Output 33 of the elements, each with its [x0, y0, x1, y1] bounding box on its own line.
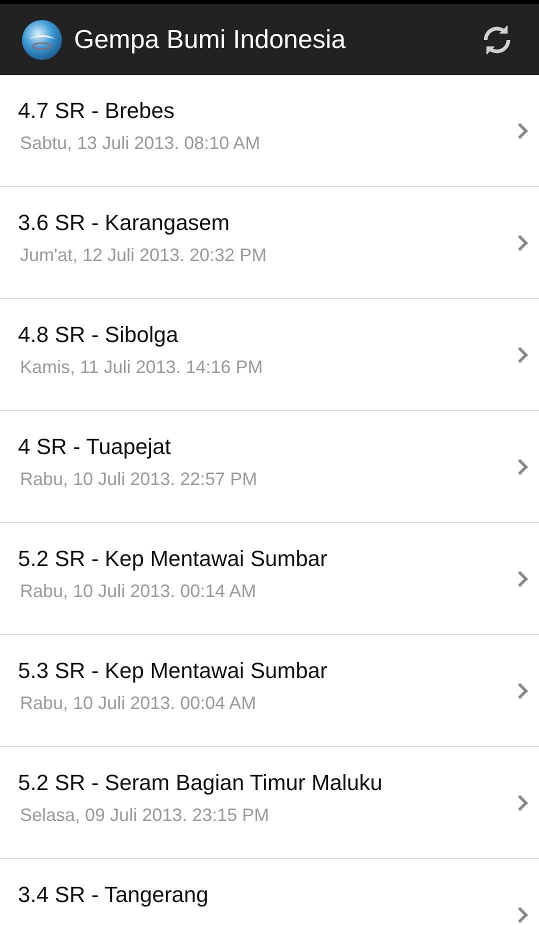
chevron-icon: [517, 682, 529, 700]
quake-date: Rabu, 10 Juli 2013. 00:04 AM: [20, 692, 258, 715]
quake-date: Rabu, 10 Juli 2013. 22:57 PM: [20, 468, 258, 491]
quake-title: 4.8 SR - Sibolga: [18, 321, 180, 349]
chevron-icon: [517, 458, 529, 476]
quake-title: 4 SR - Tuapejat: [18, 433, 172, 461]
quake-row[interactable]: 5.3 SR - Kep Mentawai Sumbar Rabu, 10 Juli 2013. 00:04 AM: [0, 635, 539, 747]
quake-row[interactable]: 4.8 SR - Sibolga Kamis, 11 Juli 2013. 14:16 PM: [0, 299, 539, 411]
quake-title: 5.2 SR - Seram Bagian Timur Maluku: [18, 769, 384, 797]
app-title: Gempa Bumi Indonesia: [74, 23, 346, 56]
quake-row[interactable]: 3.6 SR - Karangasem Jum'at, 12 Juli 2013. 20:32 PM: [0, 187, 539, 299]
quake-row[interactable]: 4 SR - Tuapejat Rabu, 10 Juli 2013. 22:57 PM: [0, 411, 539, 523]
quake-title: 5.3 SR - Kep Mentawai Sumbar: [18, 657, 328, 685]
quake-title: 3.4 SR - Tangerang: [18, 881, 210, 909]
quake-title: 5.2 SR - Kep Mentawai Sumbar: [18, 545, 328, 573]
quake-row[interactable]: 4.7 SR - Brebes Sabtu, 13 Juli 2013. 08:10 AM: [0, 75, 539, 187]
globe-icon: [21, 18, 63, 60]
chevron-icon: [517, 570, 529, 588]
quake-row[interactable]: 3.4 SR - Tangerang: [0, 859, 539, 925]
quake-row[interactable]: 5.2 SR - Kep Mentawai Sumbar Rabu, 10 Juli 2013. 00:14 AM: [0, 523, 539, 635]
quake-date: Rabu, 10 Juli 2013. 00:14 AM: [20, 580, 258, 603]
quake-title: 4.7 SR - Brebes: [18, 97, 176, 125]
chevron-icon: [517, 346, 529, 364]
quake-date: Kamis, 11 Juli 2013. 14:16 PM: [20, 356, 264, 379]
quake-row[interactable]: 5.2 SR - Seram Bagian Timur Maluku Selasa, 09 Juli 2013. 23:15 PM: [0, 747, 539, 859]
chevron-icon: [517, 234, 529, 252]
quake-title: 3.6 SR - Karangasem: [18, 209, 231, 237]
quake-date: Selasa, 09 Juli 2013. 23:15 PM: [20, 804, 270, 827]
quake-date: Sabtu, 13 Juli 2013. 08:10 AM: [20, 132, 262, 155]
chevron-icon: [517, 906, 529, 924]
chevron-icon: [517, 122, 529, 140]
chevron-icon: [517, 794, 529, 812]
quake-date: Jum'at, 12 Juli 2013. 20:32 PM: [20, 244, 268, 267]
